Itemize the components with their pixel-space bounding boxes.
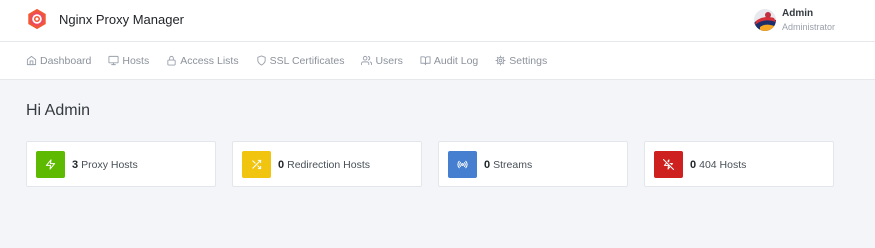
nav-label-hosts: Hosts — [122, 54, 150, 67]
users-icon — [361, 55, 373, 66]
page-title: Hi Admin — [26, 102, 91, 119]
zap-icon — [45, 158, 56, 170]
nav-label-ssl-certificates: SSL Certificates — [269, 54, 345, 67]
stat-icon-box-streams — [448, 150, 477, 178]
user-menu[interactable]: Admin Administrator — [754, 7, 835, 33]
stat-card-404-hosts[interactable]: 0 404 Hosts — [644, 141, 834, 187]
shield-icon — [256, 55, 266, 66]
stat-card-proxy-hosts[interactable]: 3 Proxy Hosts — [26, 141, 216, 187]
nav-item-hosts[interactable]: Hosts — [108, 55, 149, 67]
nav-item-dashboard[interactable]: Dashboard — [26, 55, 91, 67]
user-name: Admin — [782, 7, 814, 19]
stat-text-proxy-hosts: 3 Proxy Hosts — [72, 155, 138, 173]
stat-card-redirection-hosts[interactable]: 0 Redirection Hosts — [232, 141, 422, 187]
stat-label-proxy-hosts: Proxy Hosts — [81, 159, 138, 171]
nav-label-audit-log: Audit Log — [433, 54, 479, 67]
user-role: Administrator — [782, 21, 836, 32]
nav-item-ssl-certificates[interactable]: SSL Certificates — [256, 54, 345, 67]
stat-icon-box-404-hosts — [654, 150, 683, 178]
radio-icon — [457, 160, 468, 168]
stat-text-redirection-hosts: 0 Redirection Hosts — [278, 155, 370, 173]
user-avatar-icon — [754, 9, 776, 31]
nav-label-access-lists: Access Lists — [180, 54, 239, 67]
top-header: Nginx Proxy Manager Admin Administrator — [0, 0, 875, 42]
brand[interactable]: Nginx Proxy Manager — [26, 8, 184, 30]
nav-label-users: Users — [375, 54, 403, 67]
shuffle-icon — [252, 159, 262, 169]
nav-label-settings: Settings — [509, 54, 548, 67]
stat-count-redirection-hosts: 0 — [278, 159, 285, 171]
stat-text-streams: 0 Streams — [484, 155, 532, 173]
stat-label-streams: Streams — [493, 159, 533, 171]
stat-count-proxy-hosts: 3 — [72, 159, 79, 171]
nav-item-audit-log[interactable]: Audit Log — [420, 55, 478, 67]
stat-icon-box-redirection-hosts — [242, 150, 271, 178]
monitor-icon — [108, 55, 119, 66]
zap-off-icon — [663, 158, 674, 170]
main-nav: Dashboard Hosts Access Lists SSL Certifi… — [0, 42, 875, 80]
stat-card-streams[interactable]: 0 Streams — [438, 141, 628, 187]
stat-label-404-hosts: 404 Hosts — [699, 159, 747, 171]
nginx-proxy-manager-logo-icon — [28, 8, 46, 30]
app-name: Nginx Proxy Manager — [59, 11, 184, 27]
nav-item-users[interactable]: Users — [361, 54, 403, 67]
lock-icon — [167, 55, 176, 66]
stat-label-redirection-hosts: Redirection Hosts — [287, 159, 370, 171]
nav-item-settings[interactable]: Settings — [495, 55, 547, 67]
stat-count-404-hosts: 0 — [690, 159, 697, 171]
nav-item-access-lists[interactable]: Access Lists — [166, 54, 239, 67]
gear-icon — [495, 55, 506, 66]
stat-icon-box-proxy-hosts — [36, 150, 65, 178]
user-info: Admin Administrator — [782, 8, 835, 33]
home-icon — [26, 55, 37, 66]
book-open-icon — [420, 56, 431, 66]
stat-text-404-hosts: 0 404 Hosts — [690, 155, 746, 173]
nav-label-dashboard: Dashboard — [40, 54, 92, 67]
stat-count-streams: 0 — [484, 159, 491, 171]
